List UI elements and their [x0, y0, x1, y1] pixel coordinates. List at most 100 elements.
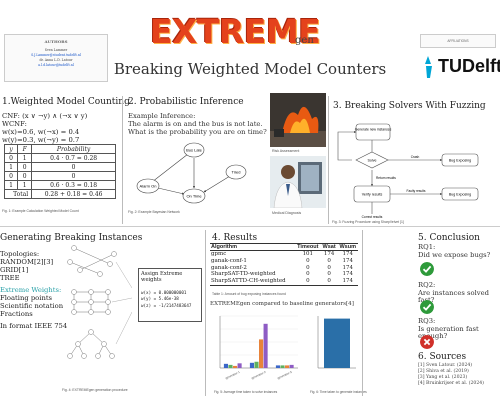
bar — [254, 361, 259, 368]
cell: 0 — [294, 278, 321, 287]
bar — [285, 365, 290, 368]
cell: Total — [3, 189, 33, 199]
rq1-question: Did we expose bugs? — [418, 250, 491, 259]
node-on-time: On Time — [186, 194, 202, 199]
rq1-block: RQ1: Did we expose bugs? — [418, 243, 491, 259]
wmc-formulas: CNF: (x ∨ ¬y) ∧ (¬x ∨ y) WCNF: w(x)=0.6,… — [2, 112, 120, 144]
results-heading: 4. Results — [212, 233, 258, 243]
check-icon — [420, 300, 434, 314]
node-bus-late: Bus Late — [186, 148, 203, 153]
divider — [362, 230, 363, 396]
cell: 0 — [306, 264, 310, 271]
cell: 0 — [31, 171, 116, 181]
label-faulty: Faulty results — [407, 189, 426, 193]
table-row: ganak-conf-1 0 0 174 — [210, 258, 358, 265]
weight-y-line: w(y)=0.3, w(¬y) = 0.7 — [2, 136, 80, 144]
table-row: 000 — [3, 171, 116, 181]
section-2-heading: 2. Probabilistic Inference — [128, 97, 244, 107]
bar — [280, 365, 285, 368]
check-icon — [420, 262, 434, 276]
university-name: TUDelft — [438, 56, 500, 76]
table-row: 1 1 0.6 · 0.3 = 0.18 — [3, 180, 116, 190]
sources-list: [1] Sven Latour. (2024) [2] Shiva et al.… — [418, 363, 484, 387]
inference-label: Example Inference: — [128, 112, 196, 120]
authors-heading: AUTHORS — [44, 39, 68, 44]
label-correct: Correct results — [362, 215, 383, 219]
bar — [237, 363, 242, 368]
cell: 174 — [342, 271, 353, 278]
table-row: SharpSAT-TD-weighted 0 0 174 — [210, 271, 358, 278]
cell: 174 — [342, 264, 353, 271]
conclusion-heading: 5. Conclusion — [418, 233, 480, 243]
cell: 1 — [17, 180, 33, 190]
cell: 1 — [17, 153, 33, 163]
solve-time-chart: generator-1 generator-2 generator-3 — [210, 310, 302, 386]
affiliations-box: AFFILIATIONS — [420, 34, 496, 48]
fuzzing-flowchart: Generate new instances Solve Crash Bug E… — [337, 123, 479, 219]
cell: ganak-conf-2 — [211, 264, 247, 271]
col-wsat: Wsat — [320, 243, 338, 251]
node-alarm-on: Alarm On — [140, 184, 157, 189]
bar — [324, 318, 350, 368]
wmc-table: y F Probability 0 1 0.4 · 0.7 = 0.28 100 0… — [3, 144, 116, 199]
step-bug-exposing-2: Bug Exposing — [449, 193, 471, 197]
sources-heading: 6. Sources — [418, 352, 467, 362]
divider — [122, 96, 123, 224]
medical-diagnosis-photo — [270, 156, 326, 208]
cell: 0 — [327, 257, 331, 264]
col-y: y — [3, 144, 19, 154]
label-crash: Crash — [411, 155, 420, 159]
cell: ganak-conf-1 — [211, 257, 247, 264]
figure-4-caption: Fig. 4: EXTREMEgen generation procedure — [62, 388, 128, 392]
figure-5-caption: Fig. 5: Average time taken to solve inst… — [214, 390, 278, 394]
bar — [259, 339, 264, 368]
cell: 101 — [302, 251, 314, 257]
inference-text-2: What is the probability you are on time? — [128, 128, 267, 136]
divider — [328, 96, 329, 224]
risk-assessment-photo — [270, 93, 326, 147]
cell: 0 — [3, 153, 19, 163]
instance-graphs — [67, 245, 132, 359]
bar — [289, 364, 294, 368]
cnf-line: CNF: (x ∨ ¬y) ∧ (¬x ∨ y) — [2, 112, 88, 120]
cell: 1 — [3, 180, 19, 190]
cell: 0.6 · 0.3 = 0.18 — [31, 180, 116, 190]
cell: 174 — [337, 278, 358, 287]
step-generate: Generate new instances — [355, 128, 392, 132]
table-row: gpmc 101 174 174 — [210, 251, 358, 258]
figure-2-caption: Fig. 2: Example Bayesian Network — [128, 210, 180, 214]
row-divider — [0, 226, 500, 227]
table-row: 0 1 0.4 · 0.7 = 0.28 — [3, 153, 116, 163]
divider — [205, 230, 206, 396]
code-line-z: w(z) = -1/2147483647 — [141, 302, 192, 308]
cell: 0 — [306, 257, 310, 264]
risk-photo-caption: Risk Assessment — [272, 149, 300, 153]
cell: SharpSAT-TD-weighted — [211, 271, 276, 278]
figure-6-caption: Fig. 6: Time taken to generate instances — [310, 390, 367, 394]
inference-example: Example Inference: The alarm is on and t… — [128, 112, 268, 136]
bar — [249, 362, 254, 368]
bayesian-network: Bus Late Alarm On Tired On Time — [136, 142, 247, 204]
cell: 174 — [342, 257, 353, 264]
table-row: 100 — [3, 162, 116, 172]
generation-time-chart — [310, 310, 360, 386]
comparison-text: EXTREMEgen compared to baseline generato… — [210, 301, 354, 307]
extreme-weights-box: Assign Extreme weights w(x) = 0.00000000… — [138, 268, 202, 322]
weight-x-line: w(x)=0.6, w(¬x) = 0.4 — [2, 128, 80, 136]
flame-icon — [425, 56, 432, 78]
col-probability: Probability — [31, 144, 116, 154]
step-solve: Solve — [368, 159, 377, 163]
bar — [223, 363, 228, 368]
cell: 0 — [17, 171, 33, 181]
wcnf-label: WCNF: — [2, 120, 27, 128]
medical-photo-caption: Medical Diagnosis — [272, 211, 302, 215]
logo-subtitle: gen — [295, 35, 314, 46]
table-total-row: Total 0.28 + 0.18 = 0.46 — [3, 189, 116, 199]
format-prefix: In format — [0, 322, 33, 330]
cell: 174 — [342, 251, 353, 257]
results-table: Algorithm Timeout Wsat Wsum gpmc 101 174 17… — [210, 243, 358, 287]
section-1-heading: 1.Weighted Model Counting — [2, 97, 130, 107]
bar — [233, 365, 238, 368]
step-bug-exposing-1: Bug Exposing — [449, 159, 471, 163]
inference-text-1: The alarm is on and the bus is not late. — [128, 120, 263, 128]
